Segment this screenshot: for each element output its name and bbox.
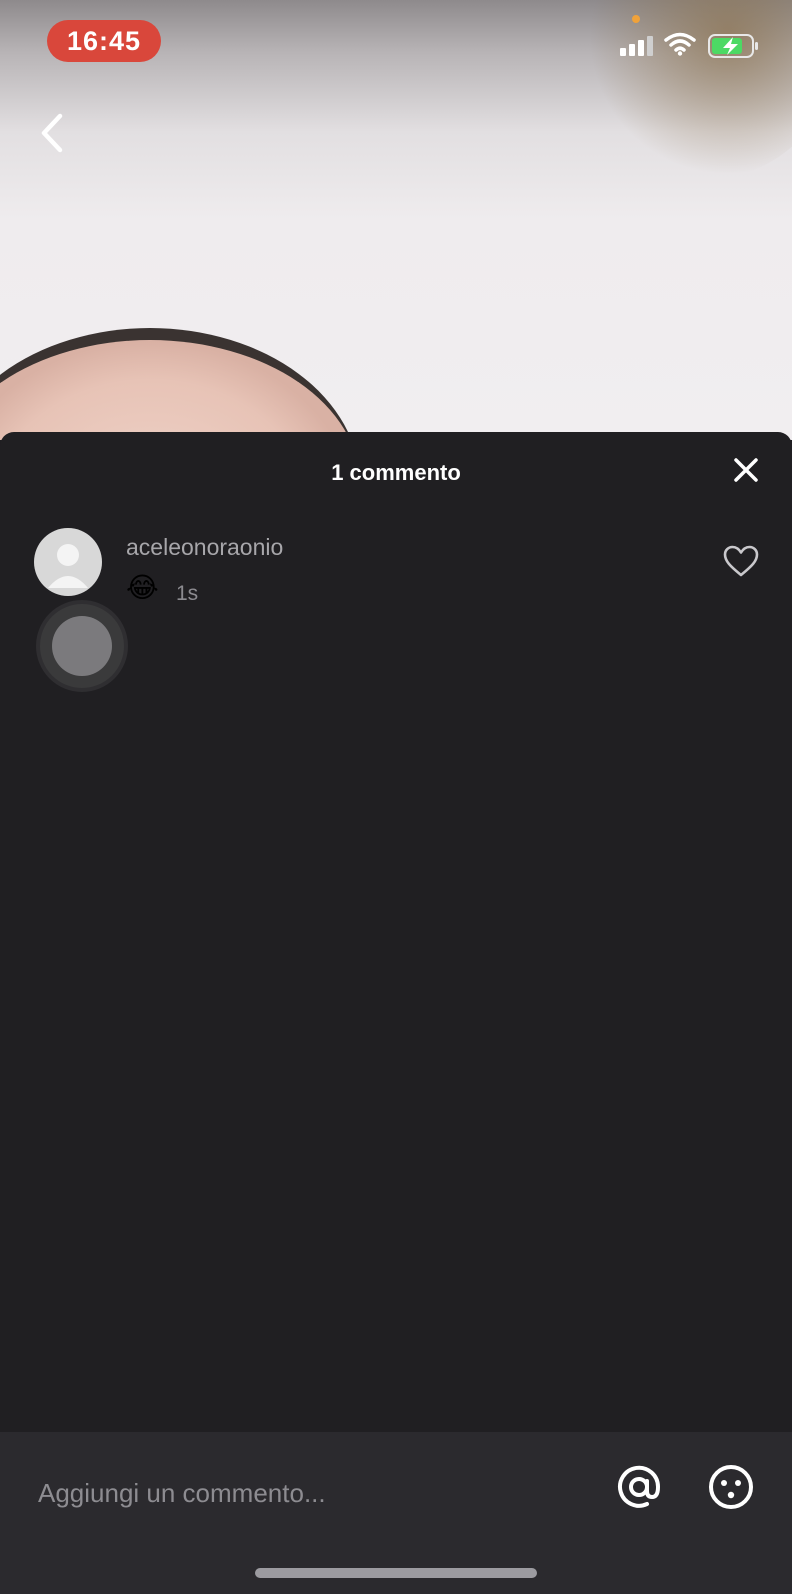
comment-text: 😂: [126, 572, 159, 603]
close-icon[interactable]: [726, 450, 766, 490]
status-time: 16:45: [47, 20, 161, 62]
video-person-head: [0, 328, 360, 440]
battery-charging-icon: [708, 34, 758, 58]
back-chevron-icon[interactable]: [34, 108, 74, 158]
comments-count-title: 1 commento: [331, 460, 461, 485]
touch-indicator: [36, 600, 128, 692]
at-mention-icon[interactable]: [614, 1462, 664, 1512]
heart-icon[interactable]: [722, 544, 760, 578]
privacy-indicator-dot: [632, 15, 640, 23]
comment-timestamp: 1s: [176, 582, 199, 605]
status-bar: 16:45: [0, 0, 792, 80]
cellular-signal-icon: [620, 36, 653, 56]
default-avatar-icon: [48, 544, 88, 588]
wifi-icon: [664, 32, 696, 56]
avatar[interactable]: [34, 528, 102, 596]
comment-item[interactable]: aceleonoraonio 😂 1s: [34, 528, 764, 628]
comment-username[interactable]: aceleonoraonio: [126, 534, 283, 561]
home-indicator: [255, 1568, 537, 1578]
comment-input[interactable]: [36, 1466, 580, 1520]
touch-indicator-dot: [52, 616, 112, 676]
comments-sheet: 1 commento aceleonoraonio 😂 1s: [0, 432, 792, 1594]
emoji-icon[interactable]: [706, 1462, 756, 1512]
